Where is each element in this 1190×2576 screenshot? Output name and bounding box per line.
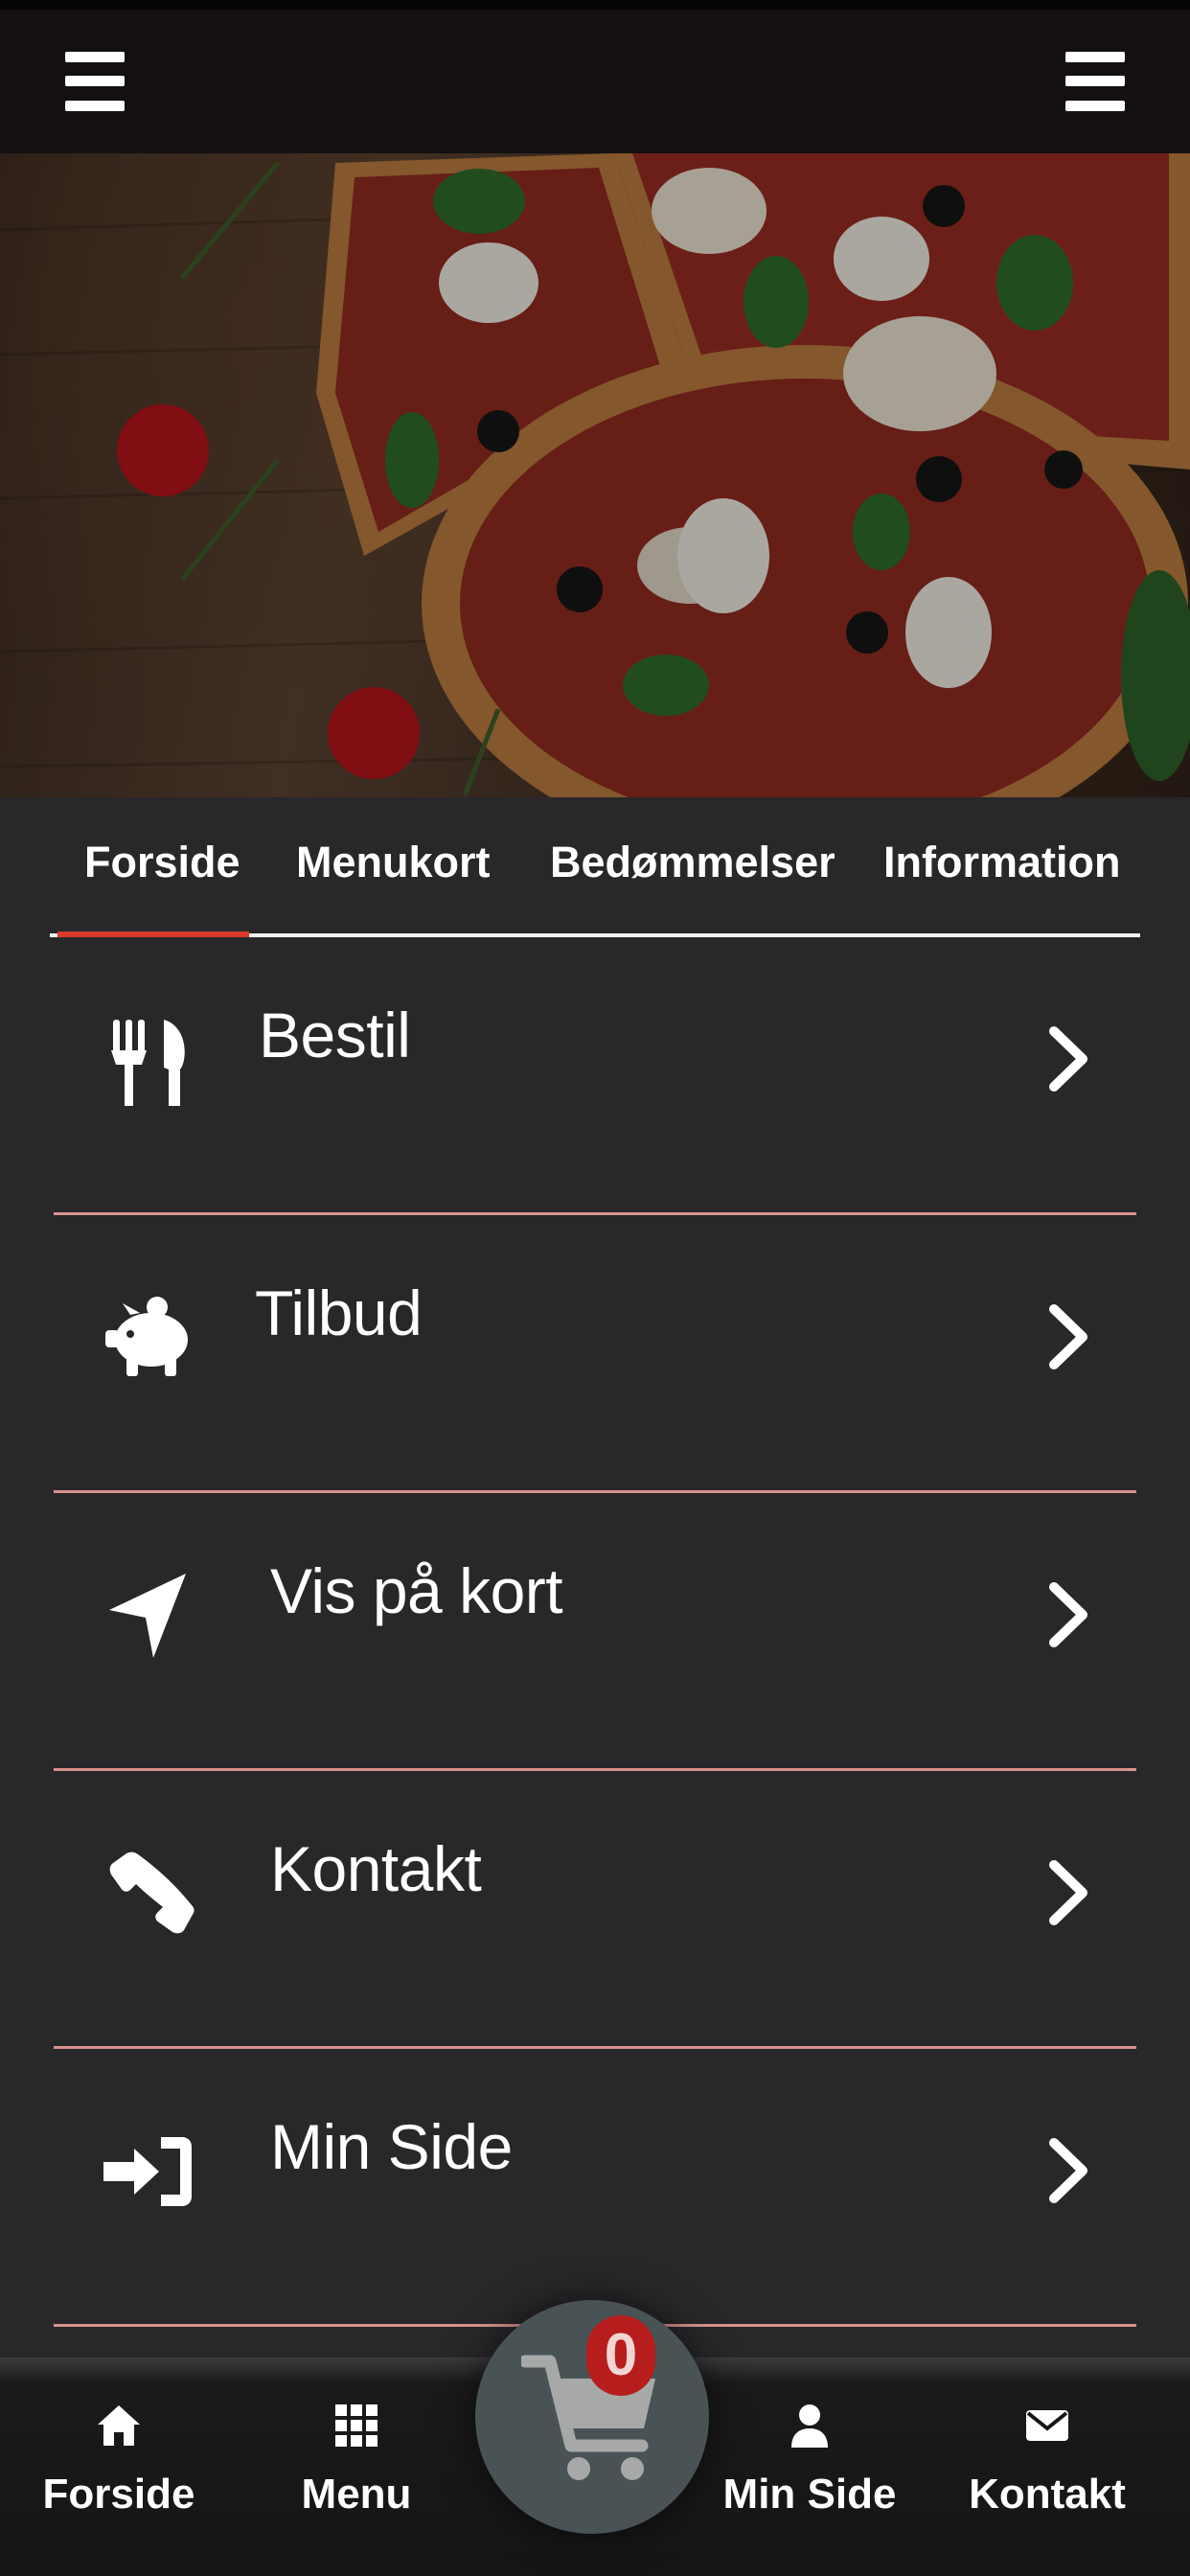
tab-menukort[interactable]: Menukort: [296, 838, 491, 887]
nav-min-side[interactable]: Min Side: [714, 2402, 905, 2518]
top-app-bar: [0, 0, 1190, 153]
nav-forside[interactable]: Forside: [23, 2402, 215, 2518]
envelope-icon: [1026, 2410, 1068, 2441]
list-item-label: Vis på kort: [270, 1555, 563, 1626]
chevron-right-icon: [1049, 1304, 1087, 1369]
hamburger-icon[interactable]: [1065, 52, 1125, 111]
list-item-bestil[interactable]: Bestil: [54, 937, 1136, 1215]
nav-menu[interactable]: Menu: [261, 2402, 452, 2518]
phone-icon: [109, 1852, 195, 1934]
user-icon: [791, 2404, 828, 2448]
location-arrow-icon: [109, 1574, 186, 1658]
tab-bar: Forside Menukort Bedømmelser Information: [50, 797, 1140, 937]
nav-label: Menu: [301, 2471, 412, 2518]
nav-kontakt[interactable]: Kontakt: [951, 2402, 1143, 2518]
list-item-min-side[interactable]: Min Side: [54, 2049, 1136, 2327]
list-item-label: Min Side: [270, 2111, 513, 2182]
nav-label: Forside: [42, 2471, 195, 2518]
list-item-label: Tilbud: [255, 1277, 423, 1348]
sign-in-icon: [103, 2137, 192, 2206]
utensils-icon: [111, 1020, 185, 1106]
chevron-right-icon: [1049, 1026, 1087, 1092]
piggy-bank-icon: [105, 1297, 188, 1376]
list-item-vis-paa-kort[interactable]: Vis på kort: [54, 1493, 1136, 1771]
hamburger-icon[interactable]: [65, 52, 125, 111]
nav-label: Min Side: [722, 2471, 897, 2518]
cart-count-badge: 0: [586, 2315, 655, 2396]
grid-icon: [335, 2404, 378, 2447]
tab-forside[interactable]: Forside: [84, 838, 240, 887]
nav-label: Kontakt: [969, 2471, 1126, 2518]
tab-bedommelser[interactable]: Bedømmelser: [550, 838, 835, 887]
list-item-kontakt[interactable]: Kontakt: [54, 1771, 1136, 2049]
tab-information[interactable]: Information: [883, 838, 1120, 887]
chevron-right-icon: [1049, 1582, 1087, 1647]
chevron-right-icon: [1049, 1860, 1087, 1925]
list-item-tilbud[interactable]: Tilbud: [54, 1215, 1136, 1493]
chevron-right-icon: [1049, 2138, 1087, 2203]
home-icon: [98, 2405, 140, 2446]
list-item-label: Bestil: [259, 1000, 411, 1070]
hero-pizza-image: [0, 153, 1190, 797]
cart-button[interactable]: 0: [475, 2300, 709, 2534]
list-item-label: Kontakt: [270, 1833, 482, 1904]
